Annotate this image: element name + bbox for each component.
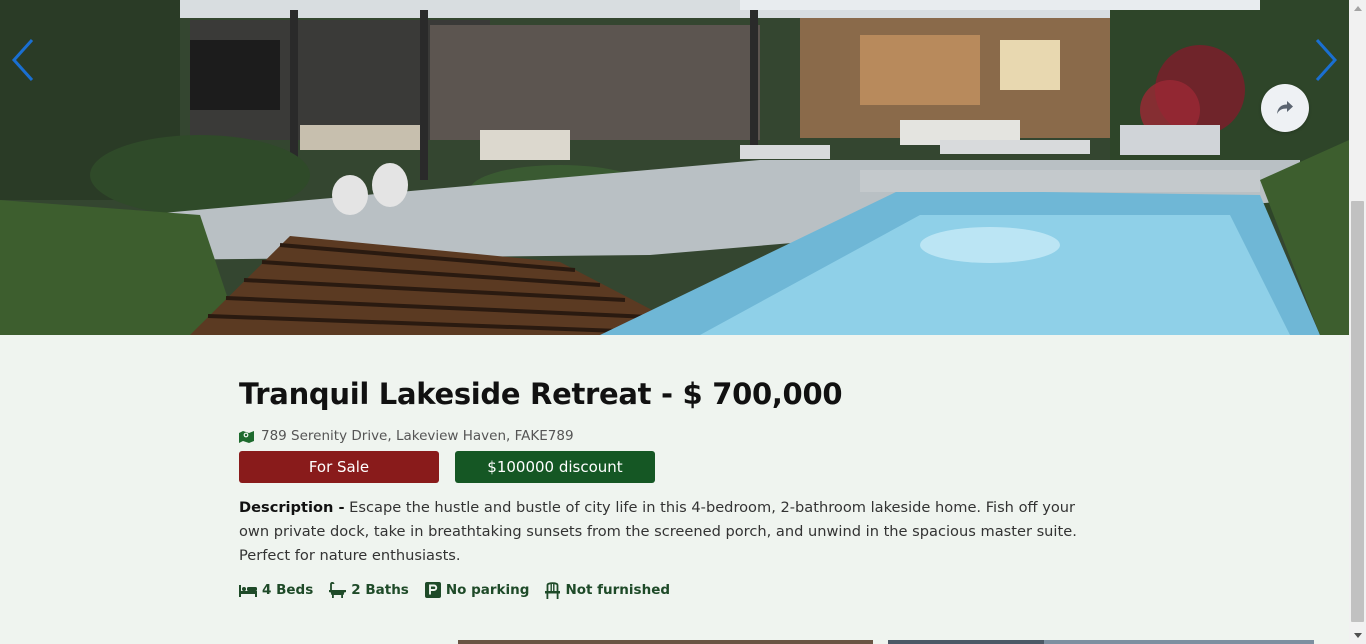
share-button[interactable] xyxy=(1261,84,1309,132)
listing-title: Tranquil Lakeside Retreat - $ 700,000 xyxy=(239,377,843,411)
caret-up-icon xyxy=(1353,6,1362,11)
description-label: Description - xyxy=(239,499,345,516)
listing-address: 789 Serenity Drive, Lakeview Haven, FAKE… xyxy=(239,425,1119,447)
thumbnail-image[interactable] xyxy=(1044,640,1314,644)
listing-description: Description - Escape the hustle and bust… xyxy=(239,496,1099,568)
listing-badges: For Sale $100000 discount xyxy=(239,451,1119,483)
feature-label: 4 Beds xyxy=(262,582,314,598)
map-location-icon xyxy=(239,430,254,443)
property-photo xyxy=(0,0,1349,335)
caret-down-icon xyxy=(1353,633,1362,638)
bath-icon xyxy=(329,582,347,598)
feature-label: Not furnished xyxy=(565,582,671,598)
parking-icon xyxy=(424,582,441,598)
bed-icon xyxy=(239,584,257,597)
description-text: Escape the hustle and bustle of city lif… xyxy=(239,499,1077,564)
address-text: 789 Serenity Drive, Lakeview Haven, FAKE… xyxy=(261,428,574,444)
feature-label: No parking xyxy=(445,582,530,598)
listing-page: Tranquil Lakeside Retreat - $ 700,000 78… xyxy=(0,0,1366,644)
listing-features: 4 Beds 2 Baths No parking Not furnished xyxy=(239,580,1119,600)
chevron-left-icon xyxy=(11,38,34,82)
share-icon xyxy=(1277,101,1293,114)
page-scrollbar[interactable] xyxy=(1349,0,1366,644)
feature-furnishing: Not furnished xyxy=(545,580,670,600)
feature-baths: 2 Baths xyxy=(329,580,409,600)
thumbnail-image[interactable] xyxy=(458,640,873,644)
feature-parking: No parking xyxy=(424,580,530,600)
chevron-right-icon xyxy=(1315,38,1338,82)
carousel-next-button[interactable] xyxy=(1309,34,1343,86)
property-photo-carousel[interactable] xyxy=(0,0,1349,335)
carousel-prev-button[interactable] xyxy=(6,34,40,86)
listing-details: Tranquil Lakeside Retreat - $ 700,000 78… xyxy=(239,375,1119,600)
photo-thumbnails xyxy=(420,640,1320,644)
scrollbar-thumb[interactable] xyxy=(1351,201,1364,622)
for-sale-badge: For Sale xyxy=(239,451,439,483)
scroll-down-arrow[interactable] xyxy=(1349,627,1366,644)
discount-badge: $100000 discount xyxy=(455,451,655,483)
scroll-up-arrow[interactable] xyxy=(1349,0,1366,17)
feature-beds: 4 Beds xyxy=(239,580,313,600)
chair-icon xyxy=(545,581,561,599)
feature-label: 2 Baths xyxy=(351,582,409,598)
